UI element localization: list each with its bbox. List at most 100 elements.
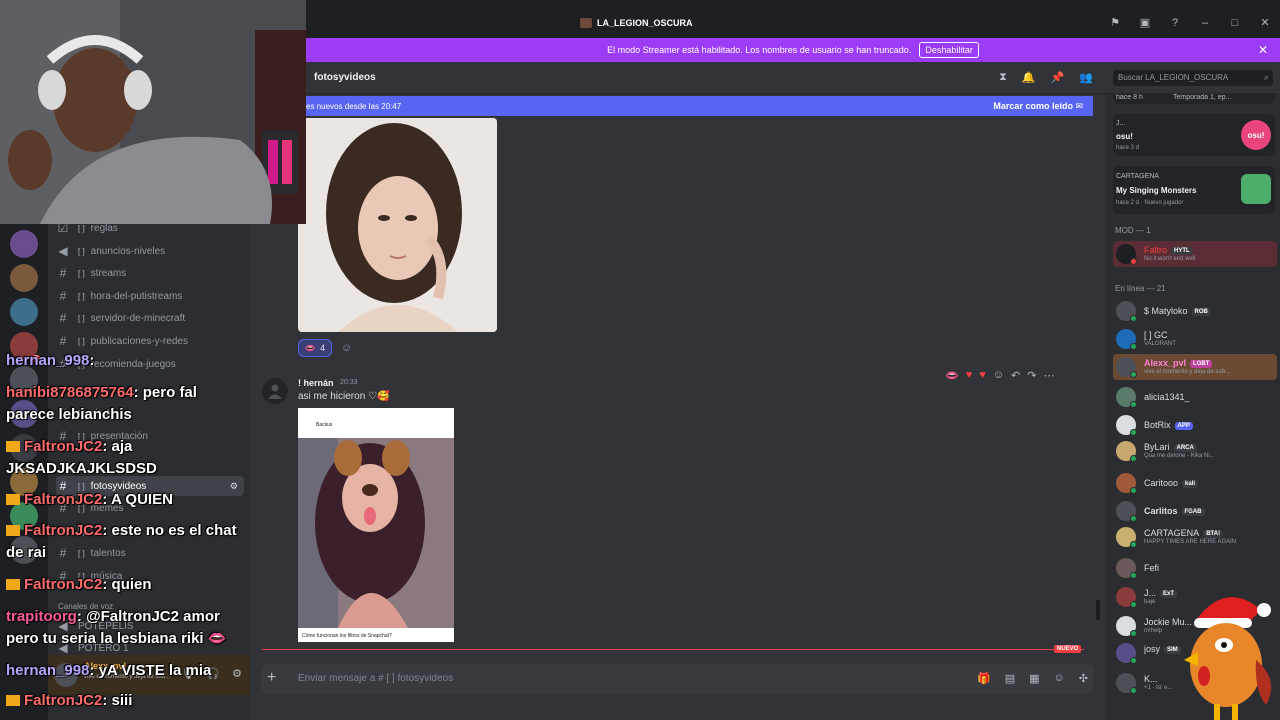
new-messages-bar[interactable]: es nuevos desde las 20:47 Marcar como le…	[306, 96, 1093, 116]
search-area: Buscar LA_LEGION_OSCURA ⌕	[1105, 62, 1280, 94]
server-icon[interactable]	[10, 298, 38, 326]
disable-streamer-button[interactable]: Deshabilitar	[919, 42, 979, 58]
stream-chat-line: FaltronJC2: quien	[6, 576, 152, 594]
member-item[interactable]: Faltro HYTL No it won't end well	[1113, 241, 1277, 267]
message-author[interactable]: ! hernán	[298, 378, 334, 388]
channel-header: fotosyvideos ⧗ 🔔 📌 👥	[250, 62, 1105, 94]
channel-title: fotosyvideos	[314, 72, 376, 83]
member-item[interactable]: Carlitos FGAB	[1113, 498, 1277, 524]
crown-badge-icon	[6, 579, 20, 590]
member-item[interactable]: BotRix APP	[1113, 412, 1277, 438]
search-icon: ⌕	[1263, 72, 1269, 82]
stream-chat-line: pero tu seria la lesbiana riki 👄	[6, 630, 227, 647]
member-item[interactable]: [ ] GC VALORANT	[1113, 326, 1277, 352]
screenshot-attachment[interactable]: Backus Cómo funcionan los filtros de Sna…	[298, 408, 454, 642]
add-reaction-icon[interactable]: ☺	[993, 369, 1004, 381]
help-icon[interactable]: ?	[1160, 17, 1190, 29]
emoji-icon[interactable]: ☺	[1054, 672, 1065, 685]
hash-icon: #	[59, 289, 67, 303]
avatar[interactable]	[262, 378, 288, 404]
member-item[interactable]: alicia1341_	[1113, 384, 1277, 410]
member-item[interactable]: Alexx_pvl LGBT vive el momento y deja de s…	[1113, 354, 1277, 380]
lips-emoji-icon: 👄	[304, 342, 317, 353]
user-silhouette-icon	[268, 384, 282, 399]
apps-icon[interactable]: ✣	[1079, 672, 1088, 685]
inbox-icon[interactable]: ▣	[1130, 16, 1160, 29]
smiling-hearts-emoji: 🥰	[377, 391, 390, 402]
server-icon[interactable]	[10, 264, 38, 292]
crown-badge-icon	[6, 525, 20, 536]
activity-card[interactable]: CARTAGENA My Singing Monsters hace 2 d ·…	[1113, 166, 1275, 214]
reply-icon[interactable]: ↶	[1011, 369, 1020, 382]
hash-icon: #	[59, 334, 67, 348]
member-item[interactable]: Fefi	[1113, 555, 1277, 581]
channel-item[interactable]: #[ ] hora-del-putistreams	[56, 286, 244, 306]
white-heart-icon: ♡	[368, 391, 378, 402]
webcam-feed	[0, 0, 306, 224]
forward-icon[interactable]: ↷	[1027, 369, 1036, 382]
channel-item[interactable]: ◀[ ] anuncios-niveles	[56, 241, 244, 261]
more-options-icon[interactable]: ⋯	[1043, 369, 1054, 382]
minimize-icon[interactable]: –	[1190, 17, 1220, 29]
stream-chat-line: de rai	[6, 544, 47, 561]
webcam-overlay	[0, 0, 306, 224]
new-tag: NUEVO	[1054, 645, 1082, 653]
reaction-count: 4	[320, 343, 326, 353]
message-text: asi me hicieron ♡🥰	[298, 391, 390, 402]
hash-icon: #	[59, 266, 67, 280]
activity-card[interactable]: J... osu! hace 3 d osu!	[1113, 114, 1275, 156]
osu-logo: osu!	[1241, 120, 1271, 150]
close-icon[interactable]: ✕	[1258, 43, 1268, 57]
server-icon[interactable]	[10, 230, 38, 258]
message-timestamp: 20:33	[340, 379, 358, 386]
channel-item[interactable]: #[ ] publicaciones-y-redes	[56, 331, 244, 351]
lips-reaction-icon[interactable]: 👄	[945, 369, 959, 382]
activity-card[interactable]: hace 8 h Temporada 1, ep...	[1113, 94, 1275, 104]
reaction-button[interactable]: 👄 4	[298, 339, 332, 357]
flag-icon[interactable]: ⚑	[1100, 16, 1130, 29]
pin-icon[interactable]: 📌	[1051, 71, 1065, 84]
add-reaction-icon[interactable]: ☺	[341, 342, 352, 354]
online-group-header: En línea — 21	[1115, 284, 1166, 293]
image-attachment[interactable]	[298, 118, 497, 332]
composer-placeholder: Enviar mensaje a # [ ] fotosyvideos	[298, 673, 454, 684]
member-item[interactable]: ByLari ARCA Qua me detone - Kika Ni...	[1113, 438, 1277, 464]
snapchat-filter-photo	[298, 438, 454, 628]
search-input[interactable]: Buscar LA_LEGION_OSCURA ⌕	[1113, 70, 1273, 86]
window-title: LA_LEGION_OSCURA	[580, 18, 693, 28]
window-title-text: LA_LEGION_OSCURA	[597, 18, 693, 28]
server-icon	[580, 18, 592, 28]
stream-chat-line: FaltronJC2: este no es el chat	[6, 522, 237, 540]
stream-chat-line: FaltronJC2: A QUIEN	[6, 491, 173, 509]
mark-as-read-button[interactable]: Marcar como leído ✉	[993, 101, 1083, 112]
channel-item[interactable]: #[ ] servidor-de-minecraft	[56, 308, 244, 328]
stream-chat-line: FaltronJC2: aja	[6, 438, 132, 456]
message-composer[interactable]: + Enviar mensaje a # [ ] fotosyvideos 🎁 …	[262, 664, 1094, 694]
sticker-icon[interactable]: ▦	[1029, 672, 1039, 685]
megaphone-icon: ◀	[58, 244, 68, 258]
heart-reaction-icon[interactable]: ♥	[979, 369, 986, 381]
member-item[interactable]: $ Matyloko ROB	[1113, 298, 1277, 324]
member-item[interactable]: Caritooo kali	[1113, 470, 1277, 496]
member-list-icon[interactable]: 👥	[1079, 71, 1093, 84]
stream-chat-line: JKSADJKAJKLSDSD	[6, 460, 157, 477]
member-item[interactable]: CARTAGENA BTA! HAPPY TIMES ARE HERE AGAIN	[1113, 524, 1277, 550]
crown-badge-icon	[6, 494, 20, 505]
banner-text: El modo Streamer está habilitado. Los no…	[607, 45, 912, 55]
channel-item[interactable]: #[ ] streams	[56, 263, 244, 283]
gif-icon[interactable]: ▤	[1005, 672, 1015, 685]
close-window-icon[interactable]: ✕	[1250, 16, 1280, 29]
gift-icon[interactable]: 🎁	[977, 672, 991, 685]
attach-plus-icon[interactable]: +	[267, 669, 276, 687]
stream-chat-line: hernan_998: yA VISTE la mia	[6, 662, 212, 679]
crown-badge-icon	[6, 441, 20, 452]
bell-icon[interactable]: 🔔	[1022, 71, 1036, 84]
hash-icon: #	[59, 311, 67, 325]
stream-chat-line: trapitoorg: @FaltronJC2 amor	[6, 608, 220, 625]
new-messages-divider	[262, 649, 1084, 650]
heart-reaction-icon[interactable]: ♥	[966, 369, 973, 381]
scrollbar[interactable]	[1096, 600, 1100, 620]
threads-icon[interactable]: ⧗	[999, 71, 1007, 84]
maximize-icon[interactable]: □	[1220, 17, 1250, 29]
new-messages-text: es nuevos desde las 20:47	[306, 101, 402, 111]
